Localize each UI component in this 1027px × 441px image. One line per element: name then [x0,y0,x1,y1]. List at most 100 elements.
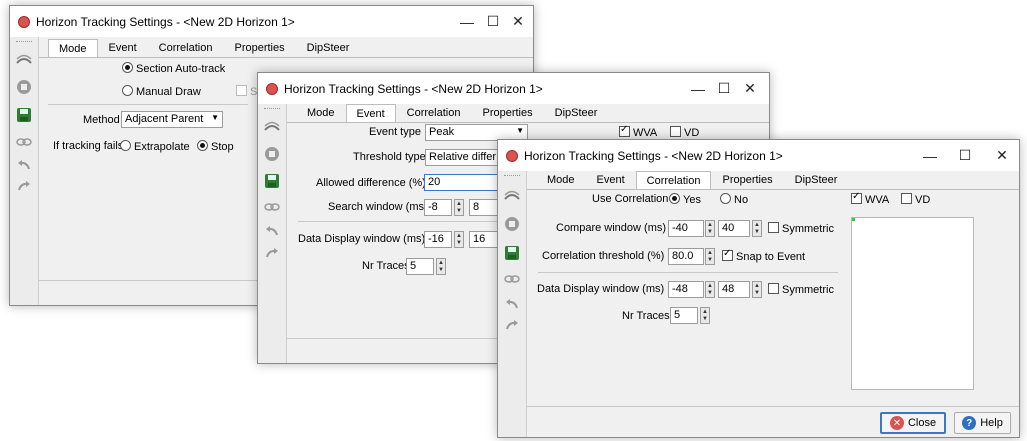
tab-properties[interactable]: Properties [471,103,543,122]
corr-threshold-spinner[interactable]: ▲ ▼ [705,248,715,265]
maximize-button[interactable]: ☐ [945,140,985,171]
compare-from-input[interactable]: -40 [668,220,704,237]
corr-threshold-input[interactable]: 80.0 [668,248,704,265]
stop-icon[interactable] [15,78,33,96]
title-bar[interactable]: Horizon Tracking Settings - <New 2D Hori… [10,6,533,37]
link-icon[interactable] [15,133,33,151]
wva-checkbox[interactable]: WVA [619,124,657,139]
radio-on [122,62,133,73]
corr-threshold-label: Correlation threshold (%) [542,250,665,262]
nr-traces-input[interactable]: 5 [406,258,434,275]
compare-to-spinner[interactable]: ▲ ▼ [752,220,762,237]
track-icon[interactable] [503,187,521,205]
stop-icon[interactable] [263,145,281,163]
radio-off [720,193,731,204]
tab-event[interactable]: Event [586,170,636,189]
threshold-type-label: Threshold type [353,151,426,163]
tab-correlation[interactable]: Correlation [635,171,712,190]
app-icon [506,149,518,162]
tab-dipsteer[interactable]: DipSteer [784,170,849,189]
compare-from-spinner[interactable]: ▲ ▼ [705,220,715,237]
minimize-button[interactable]: — [910,140,950,171]
close-window-button[interactable]: ✕ [982,140,1019,171]
grip-handle[interactable] [504,175,520,178]
search-window-from-spinner[interactable]: ▲ ▼ [454,199,464,216]
section-autotrack-radio[interactable]: Section Auto-track [122,62,225,75]
snap-checkbox[interactable]: S [236,85,257,98]
search-window-from-input[interactable]: -8 [424,199,452,216]
nr-traces-spinner[interactable]: ▲ ▼ [700,307,710,324]
method-label: Method [83,114,120,126]
section-autotrack-label: Section Auto-track [136,63,226,75]
track-icon[interactable] [15,51,33,69]
nr-traces-input[interactable]: 5 [670,307,698,324]
compare-to-input[interactable]: 40 [718,220,750,237]
chevron-down-icon: ▼ [516,126,524,135]
symmetric2-label: Symmetric [782,284,834,296]
tab-mode[interactable]: Mode [48,39,98,58]
tab-mode[interactable]: Mode [536,170,586,189]
symmetric2-checkbox[interactable]: Symmetric [768,283,834,296]
tab-correlation[interactable]: Correlation [148,38,224,57]
snap-to-event-checkbox[interactable]: Snap to Event [722,248,805,263]
close-window-button[interactable]: ✕ [730,73,769,104]
checkbox-box [768,283,779,294]
undo-icon[interactable] [263,222,281,240]
title-bar[interactable]: Horizon Tracking Settings - <New 2D Hori… [258,73,769,104]
no-radio[interactable]: No [720,193,748,206]
data-display-to-spinner[interactable]: ▲ ▼ [752,281,762,298]
radio-on [197,140,208,151]
tab-properties[interactable]: Properties [711,170,783,189]
grip-handle[interactable] [16,41,32,44]
method-combo[interactable]: Adjacent Parent ▼ [121,111,223,128]
track-icon[interactable] [263,118,281,136]
data-display-to-input[interactable]: 16 [469,231,499,248]
close-circle-icon: ✕ [889,416,904,430]
grip-handle[interactable] [264,108,280,111]
event-type-value: Peak [429,126,455,138]
extrapolate-radio[interactable]: Extrapolate [120,140,190,153]
tab-dipsteer[interactable]: DipSteer [296,38,361,57]
data-display-from-input[interactable]: -48 [668,281,704,298]
redo-icon[interactable] [263,244,281,262]
help-button[interactable]: ? Help [954,412,1011,434]
link-icon[interactable] [263,198,281,216]
search-window-to-input[interactable]: 8 [469,199,499,216]
tab-correlation[interactable]: Correlation [396,103,472,122]
symmetric-checkbox[interactable]: Symmetric [768,222,834,235]
tab-properties[interactable]: Properties [223,38,295,57]
nr-traces-spinner[interactable]: ▲ ▼ [436,258,446,275]
save-icon[interactable] [263,172,281,190]
redo-icon[interactable] [15,177,33,195]
undo-icon[interactable] [15,156,33,174]
close-button[interactable]: ✕ Close [880,412,946,434]
data-display-from-spinner[interactable]: ▲ ▼ [705,281,715,298]
data-display-from-input[interactable]: -16 [424,231,452,248]
redo-icon[interactable] [503,316,521,334]
manual-draw-radio[interactable]: Manual Draw [122,85,201,98]
window-title: Horizon Tracking Settings - <New 2D Hori… [36,14,295,29]
tab-dipsteer[interactable]: DipSteer [544,103,609,122]
tab-event[interactable]: Event [345,104,396,123]
tool-strip [10,37,39,305]
data-display-to-input[interactable]: 48 [718,281,750,298]
save-icon[interactable] [503,244,521,262]
stop-radio[interactable]: Stop [197,140,234,153]
close-button-label: Close [907,417,937,429]
wva-checkbox[interactable]: WVA [851,191,889,206]
title-bar[interactable]: Horizon Tracking Settings - <New 2D Hori… [498,140,1019,171]
yes-radio[interactable]: Yes [669,193,701,206]
tab-event[interactable]: Event [98,38,148,57]
data-display-from-spinner[interactable]: ▲ ▼ [454,231,464,248]
close-window-button[interactable]: ✕ [498,6,533,37]
vd-label: VD [915,194,931,206]
stop-icon[interactable] [503,215,521,233]
save-icon[interactable] [15,106,33,124]
vd-checkbox[interactable]: VD [670,126,699,139]
app-icon [18,15,30,28]
tab-mode[interactable]: Mode [296,103,346,122]
link-icon[interactable] [503,270,521,288]
undo-icon[interactable] [503,295,521,313]
checkbox-box [670,126,681,137]
vd-checkbox[interactable]: VD [901,193,930,206]
